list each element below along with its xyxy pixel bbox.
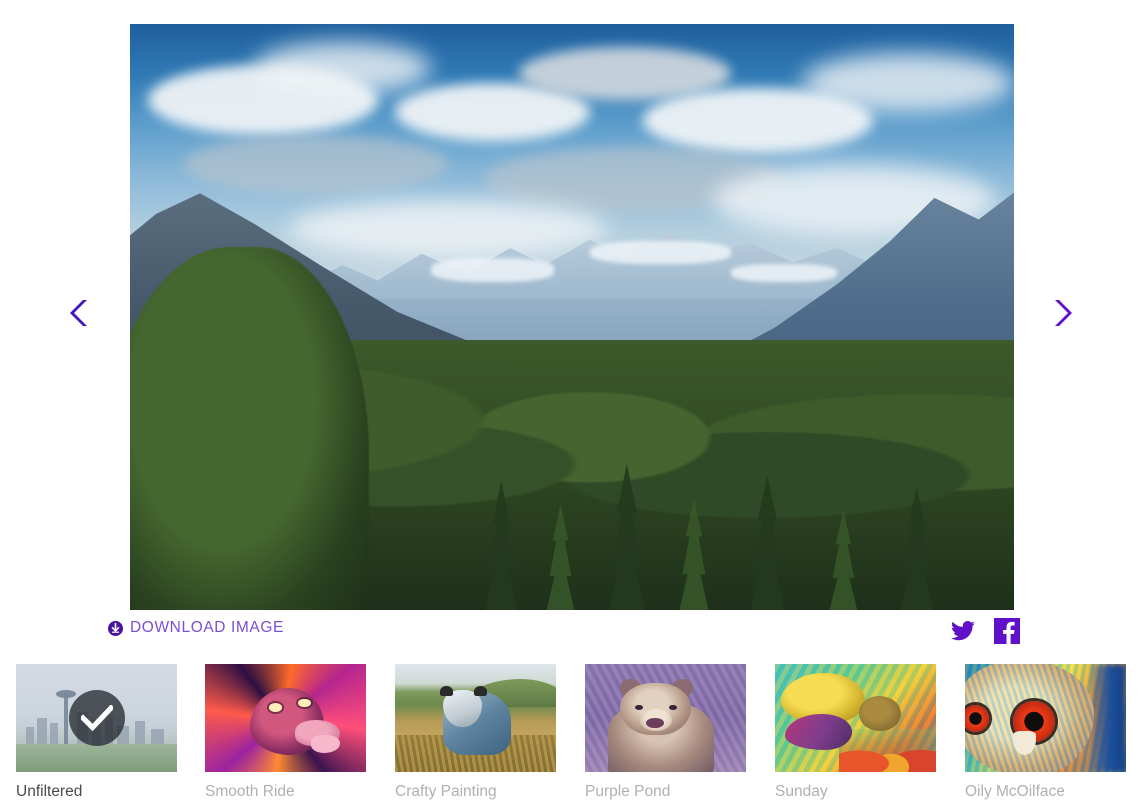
photo-filter-gallery: DOWNLOAD IMAGE Unfiltered Smooth Ride Cr…: [0, 0, 1142, 810]
thumbnail-image: [205, 664, 366, 772]
chevron-right-icon: [1055, 300, 1072, 326]
image-viewer: [0, 0, 1142, 610]
download-image-label: DOWNLOAD IMAGE: [130, 619, 284, 636]
filter-thumbnail-label: Unfiltered: [16, 783, 83, 800]
city-building: [25, 726, 34, 744]
dog-eye: [269, 702, 283, 712]
hero-image-artwork: [130, 24, 1014, 610]
filter-thumbnail-label: Crafty Painting: [395, 783, 497, 800]
cloud-shape: [289, 199, 608, 259]
snow-cap: [731, 264, 838, 282]
thumbnail-image: [775, 664, 936, 772]
thumbnail-image: [965, 664, 1126, 772]
snow-cap: [430, 258, 555, 282]
turtle-flipper: [784, 713, 853, 751]
filter-thumbnail-label: Oily McOilface: [965, 783, 1065, 800]
filter-thumbnail-sunday[interactable]: Sunday: [775, 664, 936, 801]
twitter-share-button[interactable]: [951, 621, 975, 641]
turtle-head: [858, 696, 901, 731]
download-image-link[interactable]: DOWNLOAD IMAGE: [108, 619, 284, 637]
cow-horn: [473, 685, 487, 697]
filter-thumbnail-oily-mcoilface[interactable]: Oily McOilface: [965, 664, 1126, 801]
previous-image-button[interactable]: [60, 293, 100, 333]
cloud-shape: [183, 135, 449, 194]
thumbnail-image: [395, 664, 556, 772]
thumbnail-artwork-owl: [965, 664, 1126, 772]
thumbnail-artwork-turtle: [775, 664, 936, 772]
thumbnail-artwork-dog: [205, 664, 366, 772]
action-bar: DOWNLOAD IMAGE: [0, 610, 1142, 664]
background-blur: [1090, 664, 1126, 772]
filter-thumbnail-purple-pond[interactable]: Purple Pond: [585, 664, 746, 801]
cloud-shape: [801, 53, 1014, 112]
thumbnail-artwork-bear: [585, 664, 746, 772]
thumbnail-artwork-cow: [395, 664, 556, 772]
filter-thumbnail-label: Purple Pond: [585, 783, 671, 800]
filter-thumbnail-smooth-ride[interactable]: Smooth Ride: [205, 664, 366, 801]
foreground-conifer: [130, 246, 369, 610]
filter-thumbnail-unfiltered[interactable]: Unfiltered: [16, 664, 177, 801]
city-building: [36, 718, 47, 744]
thumbnail-image: [585, 664, 746, 772]
city-building: [49, 723, 58, 744]
coral-reef: [839, 728, 936, 772]
chevron-left-icon: [70, 300, 87, 326]
facebook-icon: [994, 618, 1020, 644]
dog-tongue: [311, 735, 341, 753]
twitter-icon: [951, 621, 975, 641]
city-building: [151, 728, 165, 744]
filter-thumbnail-label: Smooth Ride: [205, 783, 295, 800]
city-building: [135, 721, 145, 744]
thumbnail-image: [16, 664, 177, 772]
cloud-shape: [253, 41, 431, 95]
next-image-button[interactable]: [1042, 293, 1082, 333]
social-share-group: [951, 618, 1020, 644]
snow-cap: [589, 240, 732, 265]
city-foreground: [16, 743, 177, 772]
selected-check-badge: [68, 690, 125, 746]
check-icon: [80, 705, 113, 731]
filter-thumbnail-label: Sunday: [775, 783, 828, 800]
hero-image[interactable]: [130, 24, 1014, 610]
download-circle-icon: [108, 620, 123, 636]
bear-nose: [646, 718, 664, 728]
cow-horn: [440, 685, 453, 697]
facebook-share-button[interactable]: [994, 618, 1020, 644]
filter-thumbnail-crafty-painting[interactable]: Crafty Painting: [395, 664, 556, 801]
filter-thumbnail-strip: Unfiltered Smooth Ride Crafty Painting P…: [0, 664, 1142, 810]
